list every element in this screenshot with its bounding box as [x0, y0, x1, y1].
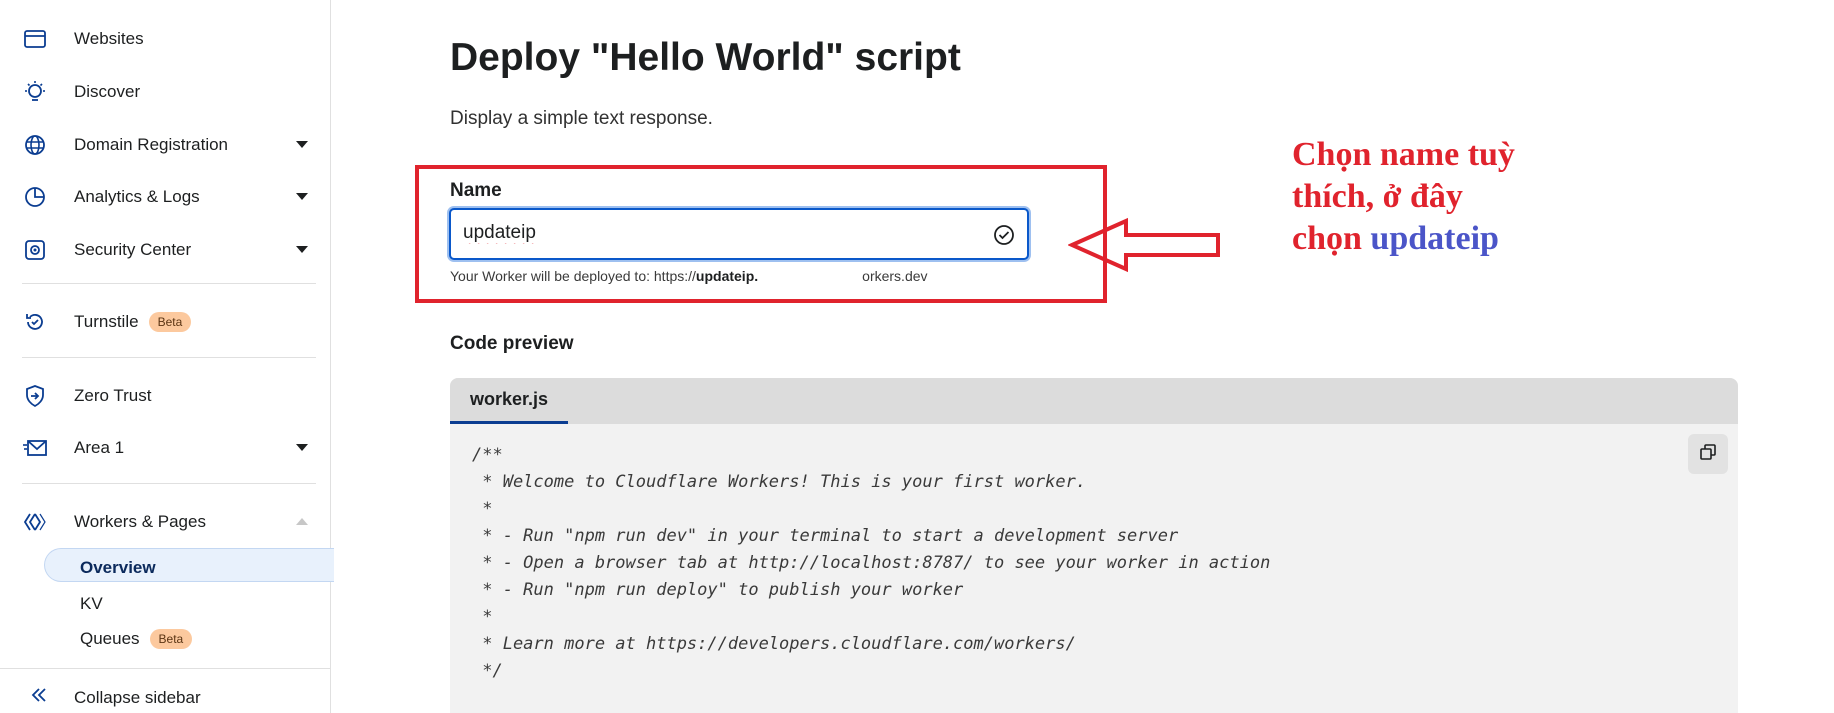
code-tab-bar: worker.js — [450, 378, 1738, 424]
sidebar-item-security-center[interactable]: Security Center — [22, 232, 322, 268]
code-block: /** * Welcome to Cloudflare Workers! Thi… — [472, 445, 1271, 681]
globe-icon — [22, 132, 48, 158]
sidebar-divider — [22, 283, 316, 284]
sidebar-item-label: Security Center — [74, 240, 192, 259]
envelope-icon — [22, 435, 48, 461]
sidebar-item-area-1[interactable]: Area 1 — [22, 430, 322, 466]
sidebar-divider — [0, 668, 331, 669]
deploy-url-note: Your Worker will be deployed to: https:/… — [450, 268, 928, 284]
sidebar-item-label: Zero Trust — [74, 386, 152, 405]
shield-arrow-icon — [22, 383, 48, 409]
annotation-line-3-prefix: chọn — [1292, 220, 1371, 257]
sidebar-item-workers-pages[interactable]: Workers & Pages — [22, 504, 322, 540]
sidebar-item-websites[interactable]: Websites — [22, 21, 322, 57]
beta-badge: Beta — [148, 312, 192, 332]
browser-window-icon — [22, 26, 48, 52]
sidebar-divider — [22, 357, 316, 358]
sidebar-item-domain-registration[interactable]: Domain Registration — [22, 127, 322, 163]
sidebar-subitem-queues[interactable]: Queues Beta — [80, 624, 193, 654]
sidebar-subitem-label: Queues — [80, 629, 140, 648]
beta-badge: Beta — [149, 629, 193, 649]
sidebar-item-label: Domain Registration — [74, 135, 229, 154]
sidebar-divider — [22, 483, 316, 484]
worker-name-input[interactable] — [463, 222, 963, 244]
name-input-container[interactable] — [449, 208, 1029, 260]
sidebar-item-turnstile[interactable]: Turnstile Beta — [22, 304, 322, 340]
page-subtitle: Display a simple text response. — [450, 108, 713, 129]
name-field-label: Name — [450, 180, 502, 201]
double-chevron-left-icon — [30, 686, 48, 710]
sidebar-item-label: Workers & Pages — [74, 512, 206, 531]
tab-worker-js[interactable]: worker.js — [450, 378, 569, 424]
chevron-down-icon[interactable] — [296, 141, 308, 148]
sidebar-item-discover[interactable]: Discover — [22, 74, 322, 110]
sidebar-item-label: Area 1 — [74, 438, 125, 457]
sidebar-subitem-kv[interactable]: KV — [80, 589, 103, 619]
code-preview-panel: worker.js /** * Welcome to Cloudflare Wo… — [450, 378, 1738, 713]
chevron-down-icon[interactable] — [296, 193, 308, 200]
security-center-icon — [22, 237, 48, 263]
sidebar: Websites Discover Domain Registration An… — [0, 0, 334, 713]
sidebar-item-label: Websites — [74, 29, 144, 48]
deploy-note-suffix: orkers.dev — [862, 268, 928, 284]
sidebar-subitem-overview[interactable]: Overview — [80, 553, 156, 583]
lightbulb-icon — [22, 79, 48, 105]
code-preview-label: Code preview — [450, 333, 574, 354]
annotation-line-3: chọn updateip — [1292, 218, 1515, 260]
sidebar-item-label: Turnstile — [74, 312, 139, 331]
annotation-line-1: Chọn name tuỳ — [1292, 136, 1515, 173]
sidebar-item-label: Discover — [74, 82, 141, 101]
collapse-sidebar-button[interactable]: Collapse sidebar — [30, 686, 201, 710]
annotation-line-2: thích, ở đây — [1292, 178, 1463, 215]
chevron-up-icon[interactable] — [296, 518, 308, 525]
annotation-highlight: updateip — [1370, 220, 1499, 257]
sidebar-item-label: Analytics & Logs — [74, 187, 200, 206]
copy-icon — [1699, 443, 1717, 466]
workers-icon — [22, 509, 48, 535]
sidebar-item-zero-trust[interactable]: Zero Trust — [22, 378, 322, 414]
deploy-note-name: updateip. — [695, 268, 759, 284]
page-title: Deploy "Hello World" script — [450, 36, 961, 79]
annotation-text: Chọn name tuỳ thích, ở đây chọn updateip — [1292, 134, 1515, 260]
pie-chart-icon — [22, 184, 48, 210]
chevron-down-icon[interactable] — [296, 246, 308, 253]
copy-code-button[interactable] — [1688, 434, 1728, 474]
check-circle-icon — [993, 224, 1015, 246]
chevron-down-icon[interactable] — [296, 444, 308, 451]
sidebar-item-analytics-logs[interactable]: Analytics & Logs — [22, 179, 322, 215]
red-arrow-annotation — [1068, 217, 1220, 273]
turnstile-icon — [22, 309, 48, 335]
deploy-note-prefix: Your Worker will be deployed to: https:/… — [450, 268, 696, 284]
collapse-sidebar-label: Collapse sidebar — [74, 688, 201, 707]
